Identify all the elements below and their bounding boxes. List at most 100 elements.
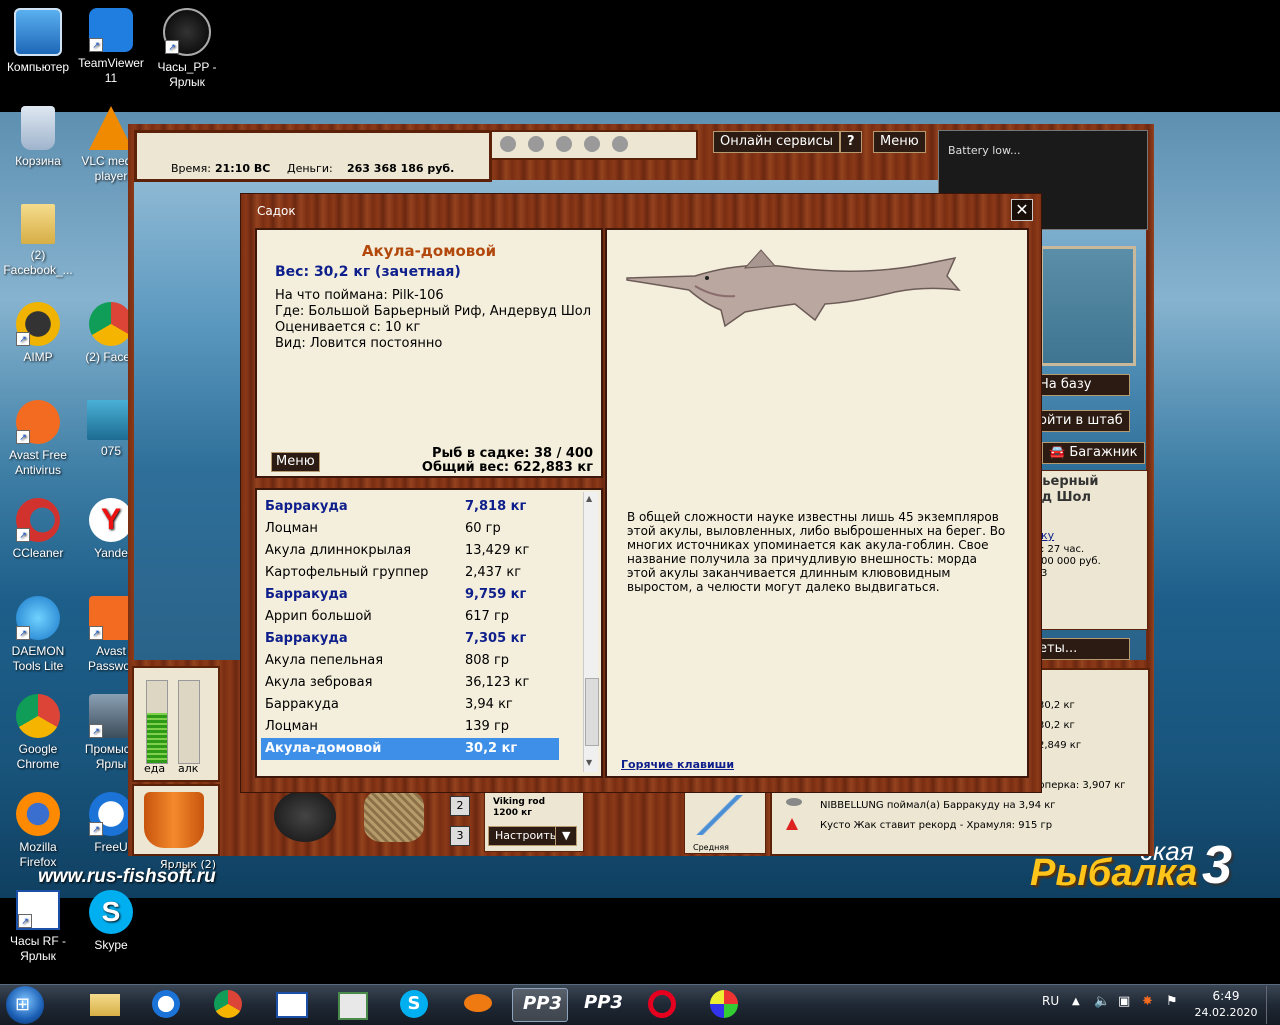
- table-row[interactable]: Барракуда 7,818 кг: [261, 496, 559, 518]
- desktop-icon-clock[interactable]: ↗ Часы_PP - Ярлык: [149, 8, 225, 90]
- flag-icon[interactable]: ⚑: [1166, 994, 1178, 1009]
- fish-list[interactable]: Барракуда 7,818 кг Лоцман 60 гр Акула длинно…: [255, 488, 603, 778]
- desktop-icon-recycle-bin[interactable]: Корзина: [0, 106, 76, 169]
- rod-name: Viking rod: [493, 797, 546, 807]
- to-hq-button[interactable]: ойти в штаб: [1032, 410, 1130, 432]
- configure-button[interactable]: Настроить: [488, 826, 564, 846]
- taskbar-fish-app[interactable]: [450, 988, 504, 1020]
- avast-tray-icon[interactable]: ✸: [1142, 994, 1153, 1009]
- close-icon: ✕: [1015, 200, 1029, 219]
- table-row[interactable]: Акула длиннокрылая 13,429 кг: [261, 540, 559, 562]
- language-indicator[interactable]: RU: [1042, 994, 1059, 1008]
- window-icon: ↗: [16, 890, 60, 930]
- keepnet-menu-button[interactable]: Меню: [271, 452, 320, 472]
- help-button[interactable]: ?: [840, 131, 862, 153]
- game-shortcut-icon: ↗: [89, 694, 133, 738]
- desktop-icon-clock-rf[interactable]: ↗ Часы RF - Ярлык: [0, 890, 76, 964]
- desktop-icon-ccleaner[interactable]: ↗ CCleaner: [0, 498, 76, 561]
- lure-icon[interactable]: [528, 136, 544, 152]
- float-icon: [695, 795, 745, 835]
- net-icon[interactable]: [364, 790, 424, 842]
- desktop-icon-daemon-tools[interactable]: ↗ DAEMON Tools Lite: [0, 596, 76, 674]
- bucket-slot[interactable]: [132, 784, 220, 856]
- to-base-button[interactable]: На базу: [1032, 374, 1130, 396]
- location-name-1: рьерный: [1033, 474, 1099, 489]
- record-1: 30,2 кг: [1038, 700, 1075, 711]
- alcohol-meter: [178, 680, 200, 764]
- record-2: 30,2 кг: [1038, 720, 1075, 731]
- lure-icon[interactable]: [584, 136, 600, 152]
- start-button[interactable]: ⊞: [6, 986, 44, 1024]
- table-row[interactable]: Акула зебровая 36,123 кг: [261, 672, 559, 694]
- windows-logo-icon: ⊞: [15, 994, 31, 1015]
- lure-icon[interactable]: [500, 136, 516, 152]
- taskbar-paint[interactable]: [698, 988, 752, 1020]
- fish-row-weight: 808 гр: [465, 653, 510, 668]
- pot-icon[interactable]: [274, 790, 336, 842]
- taskbar-rf3[interactable]: РР3: [574, 988, 628, 1020]
- taskbar-explorer[interactable]: [78, 988, 132, 1020]
- table-row[interactable]: Аррип большой 617 гр: [261, 606, 559, 628]
- table-row[interactable]: Акула-домовой 30,2 кг: [261, 738, 559, 760]
- location-link[interactable]: ку: [1041, 529, 1054, 542]
- rod-slot-2[interactable]: 2: [450, 796, 470, 816]
- rod-dropdown-button[interactable]: ▼: [555, 826, 578, 846]
- meters-panel: еда алк: [132, 666, 220, 782]
- taskbar-opera[interactable]: [636, 988, 690, 1020]
- table-row[interactable]: Акула пепельная 808 гр: [261, 650, 559, 672]
- fish-row-name: Акула-домовой: [265, 741, 382, 756]
- desktop-icon-folder[interactable]: (2) Facebook_...: [0, 204, 76, 278]
- fish-row-weight: 7,818 кг: [465, 499, 527, 514]
- lure-icon[interactable]: [556, 136, 572, 152]
- desktop-icon-skype[interactable]: S Skype: [73, 890, 149, 953]
- desktop-bottom-band: [0, 898, 1280, 984]
- show-desktop-button[interactable]: [1266, 986, 1280, 1024]
- taskbar-skype[interactable]: S: [388, 988, 442, 1020]
- table-row[interactable]: Лоцман 60 гр: [261, 518, 559, 540]
- taskbar-freeu[interactable]: [140, 988, 194, 1020]
- rod-slot-3[interactable]: 3: [450, 826, 470, 846]
- table-row[interactable]: Картофельный группер 2,437 кг: [261, 562, 559, 584]
- freeu-icon: [152, 990, 180, 1018]
- scroll-down-icon[interactable]: ▼: [586, 758, 592, 767]
- table-row[interactable]: Барракуда 3,94 кг: [261, 694, 559, 716]
- table-row[interactable]: Барракуда 7,305 кг: [261, 628, 559, 650]
- network-icon[interactable]: ▣: [1118, 994, 1130, 1009]
- taskbar-window[interactable]: [264, 988, 318, 1020]
- taskbar-document[interactable]: [326, 988, 380, 1020]
- lure-icon[interactable]: [612, 136, 628, 152]
- vlc-cone-icon: [89, 106, 133, 150]
- desktop-icon-aimp[interactable]: ↗ AIMP: [0, 302, 76, 365]
- tray-expand-icon[interactable]: ▲: [1072, 996, 1080, 1007]
- aimp-icon: ↗: [16, 302, 60, 346]
- scrollbar-thumb[interactable]: [585, 678, 599, 746]
- dialog-close-button[interactable]: ✕: [1011, 199, 1033, 221]
- taskbar-chrome[interactable]: [202, 988, 256, 1020]
- battery-status: Battery low...: [948, 144, 1021, 157]
- desktop-icon-google-chrome[interactable]: Google Chrome: [0, 694, 76, 772]
- tickets-button[interactable]: еты...: [1032, 638, 1130, 660]
- clock-date[interactable]: 24.02.2020: [1190, 1006, 1262, 1019]
- desktop-icon-avast[interactable]: ↗ Avast Free Antivirus: [0, 400, 76, 478]
- location-info-1: : 27 час.: [1041, 544, 1085, 555]
- folder-icon: [21, 204, 55, 244]
- desktop-icon-computer[interactable]: Компьютер: [0, 8, 76, 75]
- volume-icon[interactable]: 🔈: [1094, 994, 1110, 1009]
- goblin-shark-image: [626, 249, 961, 328]
- desktop-icon-firefox[interactable]: Mozilla Firefox: [0, 792, 76, 870]
- table-row[interactable]: Барракуда 9,759 кг: [261, 584, 559, 606]
- map-thumbnail[interactable]: [1040, 246, 1136, 366]
- table-row[interactable]: Лоцман 139 гр: [261, 716, 559, 738]
- online-services-button[interactable]: Онлайн сервисы: [713, 131, 841, 153]
- fish-row-weight: 13,429 кг: [465, 543, 530, 558]
- hotkeys-link[interactable]: Горячие клавиши: [621, 758, 734, 771]
- fish-row-name: Акула зебровая: [265, 675, 373, 690]
- taskbar-rf3-active[interactable]: РР3: [512, 988, 568, 1022]
- trunk-button[interactable]: 🚘 Багажник: [1042, 442, 1145, 464]
- fish-list-scrollbar[interactable]: ▲ ▼: [583, 492, 599, 772]
- desktop-icon-teamviewer[interactable]: ↗ TeamViewer 11: [73, 8, 149, 86]
- desktop-icon-shortcut-2-label[interactable]: Ярлык (2): [160, 858, 216, 871]
- clock-time[interactable]: 6:49: [1196, 989, 1256, 1003]
- scroll-up-icon[interactable]: ▲: [586, 494, 592, 503]
- menu-button[interactable]: Меню: [873, 131, 926, 153]
